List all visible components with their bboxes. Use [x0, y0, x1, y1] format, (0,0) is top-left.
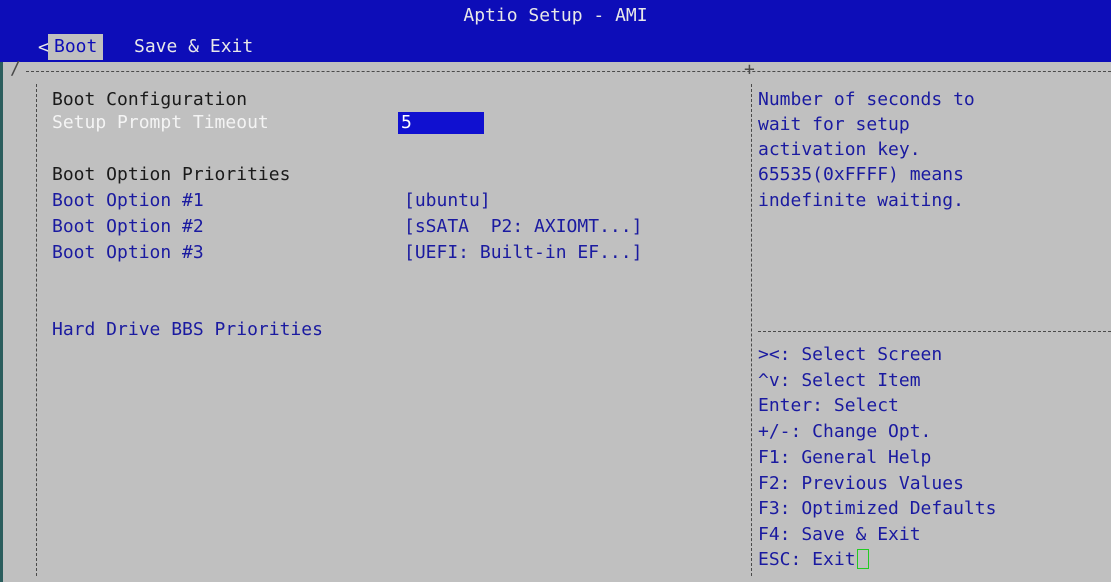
header-bar: Aptio Setup - AMI < Boot Save & Exit	[0, 0, 1111, 62]
boot-option-1-value[interactable]: [ubuntu]	[404, 190, 491, 211]
boot-option-3-value[interactable]: [UEFI: Built-in EF...]	[404, 242, 642, 263]
key-hint-esc: ESC: Exit	[758, 549, 869, 570]
frame-divider-line	[751, 84, 752, 576]
boot-option-1-label[interactable]: Boot Option #1	[52, 190, 204, 211]
hard-drive-bbs-priorities[interactable]: Hard Drive BBS Priorities	[52, 319, 323, 340]
help-line: activation key.	[758, 139, 921, 160]
key-hint: +/-: Change Opt.	[758, 421, 932, 442]
help-separator-line	[758, 331, 1111, 332]
text-cursor	[856, 549, 869, 569]
key-hint: F2: Previous Values	[758, 473, 964, 494]
key-hint: ^v: Select Item	[758, 370, 921, 391]
key-hint: Enter: Select	[758, 395, 899, 416]
help-line: wait for setup	[758, 114, 910, 135]
setup-prompt-timeout-label[interactable]: Setup Prompt Timeout	[52, 112, 269, 133]
frame-top-line	[26, 71, 1111, 72]
key-hint: F4: Save & Exit	[758, 524, 921, 545]
section-title: Boot Configuration	[52, 89, 248, 110]
boot-option-2-label[interactable]: Boot Option #2	[52, 216, 204, 237]
frame-corner: /	[10, 58, 21, 79]
tab-boot[interactable]: Boot	[48, 34, 104, 60]
boot-option-3-label[interactable]: Boot Option #3	[52, 242, 204, 263]
key-hint-esc-text: ESC: Exit	[758, 549, 856, 570]
setup-prompt-timeout-field[interactable]: 5	[398, 112, 484, 134]
boot-priorities-title: Boot Option Priorities	[52, 164, 291, 185]
key-hint: ><: Select Screen	[758, 344, 943, 365]
frame-left-line	[36, 84, 37, 576]
frame-junction: +	[744, 59, 755, 80]
help-line: 65535(0xFFFF) means	[758, 164, 964, 185]
key-hint: F1: General Help	[758, 447, 932, 468]
boot-option-2-value[interactable]: [sSATA P2: AXIOMT...]	[404, 216, 642, 237]
bios-screen: Aptio Setup - AMI < Boot Save & Exit / +…	[0, 0, 1111, 582]
app-title: Aptio Setup - AMI	[463, 5, 648, 26]
help-line: indefinite waiting.	[758, 190, 964, 211]
key-hint: F3: Optimized Defaults	[758, 498, 997, 519]
tab-save-exit[interactable]: Save & Exit	[128, 34, 259, 60]
left-edge-border	[0, 62, 3, 582]
help-line: Number of seconds to	[758, 89, 975, 110]
